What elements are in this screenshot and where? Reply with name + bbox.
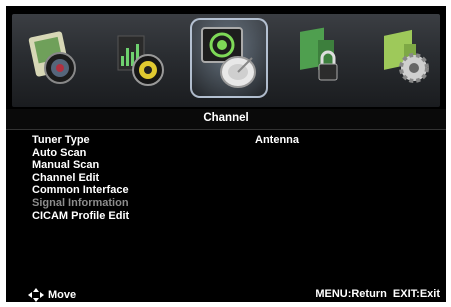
sound-icon[interactable] [108, 26, 172, 92]
menu-item-tuner-type[interactable]: Tuner Type [32, 134, 129, 147]
lock-icon[interactable] [288, 26, 352, 92]
footer-hints: Move MENU:Return EXIT:Exit [6, 288, 446, 302]
move-label: Move [48, 289, 77, 301]
menu-item-common-interface[interactable]: Common Interface [32, 184, 129, 197]
dpad-arrows-icon [28, 288, 44, 302]
move-hint: Move [28, 288, 76, 302]
key-hints: MENU:Return EXIT:Exit [315, 288, 440, 300]
title-bar: Channel [6, 109, 446, 130]
channel-icon[interactable] [190, 18, 268, 98]
picture-icon[interactable] [26, 26, 90, 92]
channel-menu: Tuner Type Auto Scan Manual Scan Channel… [32, 134, 129, 222]
menu-item-manual-scan[interactable]: Manual Scan [32, 159, 129, 172]
menu-item-channel-edit[interactable]: Channel Edit [32, 172, 129, 185]
menu-icon-bar [12, 14, 440, 107]
page-title: Channel [203, 112, 249, 124]
menu-item-cicam-profile-edit[interactable]: CICAM Profile Edit [32, 210, 129, 223]
menu-item-signal-information: Signal Information [32, 196, 129, 209]
setup-icon[interactable] [374, 26, 438, 92]
tv-menu-screen: Channel Tuner Type Auto Scan Manual Scan… [6, 6, 446, 302]
tuner-type-value[interactable]: Antenna [255, 134, 299, 147]
menu-item-auto-scan[interactable]: Auto Scan [32, 147, 129, 160]
